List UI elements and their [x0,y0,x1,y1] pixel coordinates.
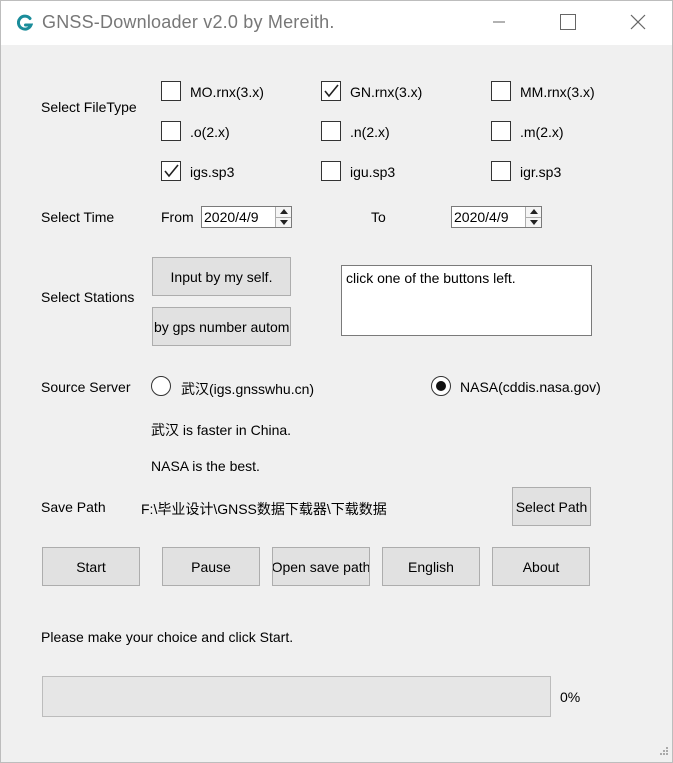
save-path-value: F:\毕业设计\GNSS数据下载器\下载数据 [141,501,387,517]
server-option-nasa-label: NASA(cddis.nasa.gov) [460,379,601,395]
pause-button[interactable]: Pause [162,547,260,586]
to-date-value: 2020/4/9 [454,209,509,225]
filetype-label: Select FileType [41,99,137,115]
status-message: Please make your choice and click Start. [41,629,294,645]
filetype-option-label: MO.rnx(3.x) [190,84,264,100]
auto-stations-button[interactable]: by gps number autom [152,307,291,346]
progress-percent-label: 0% [560,689,581,705]
from-date-value: 2020/4/9 [204,209,259,225]
time-label: Select Time [41,209,115,225]
from-date-spinner[interactable] [275,207,291,227]
about-button[interactable]: About [492,547,590,586]
resize-grip-icon[interactable] [659,743,669,759]
open-save-path-button[interactable]: Open save path [272,547,370,586]
filetype-checkbox[interactable] [161,81,181,101]
english-button[interactable]: English [382,547,480,586]
filetype-checkbox[interactable] [491,121,511,141]
filetype-checkbox[interactable] [491,81,511,101]
minimize-button[interactable] [476,1,522,45]
from-date-picker[interactable]: 2020/4/9 [201,206,292,228]
spin-up-icon[interactable] [276,207,291,218]
start-button[interactable]: Start [42,547,140,586]
server-radio-nasa[interactable] [431,376,451,396]
save-path-label: Save Path [41,499,106,515]
filetype-checkbox[interactable] [321,161,341,181]
filetype-checkbox[interactable] [161,121,181,141]
close-button[interactable] [615,1,661,45]
filetype-option-label: .n(2.x) [350,124,390,140]
filetype-checkbox[interactable] [161,161,181,181]
title-bar: GNSS-Downloader v2.0 by Mereith. [1,1,672,45]
maximize-button[interactable] [545,1,591,45]
stations-label: Select Stations [41,289,135,305]
window-title: GNSS-Downloader v2.0 by Mereith. [42,12,335,32]
server-radio-wuhan[interactable] [151,376,171,396]
to-label: To [371,209,386,225]
server-label: Source Server [41,379,131,395]
filetype-option-label: GN.rnx(3.x) [350,84,423,100]
app-window: GNSS-Downloader v2.0 by Mereith. Select … [0,0,673,763]
from-label: From [161,209,194,225]
spin-up-icon[interactable] [526,207,541,218]
download-progress-bar [42,676,551,717]
spin-down-icon[interactable] [526,217,541,227]
minimize-icon [493,15,505,31]
server-note-wuhan: 武汉 is faster in China. [151,422,292,438]
app-logo-icon [17,14,34,32]
filetype-option-label: igs.sp3 [190,164,235,180]
spin-down-icon[interactable] [276,217,291,227]
close-icon [630,14,646,33]
filetype-option-label: igu.sp3 [350,164,396,180]
to-date-spinner[interactable] [525,207,541,227]
to-date-picker[interactable]: 2020/4/9 [451,206,542,228]
select-path-button[interactable]: Select Path [512,487,591,526]
server-option-wuhan-label: 武汉(igs.gnsswhu.cn) [181,381,315,397]
filetype-checkbox[interactable] [321,121,341,141]
filetype-option-label: .m(2.x) [520,124,564,140]
maximize-icon [560,13,576,33]
filetype-option-label: MM.rnx(3.x) [520,84,595,100]
server-note-nasa: NASA is the best. [151,458,260,474]
filetype-checkbox[interactable] [321,81,341,101]
radio-selected-dot [436,381,446,391]
filetype-option-label: .o(2.x) [190,124,230,140]
filetype-option-label: igr.sp3 [520,164,562,180]
input-stations-button[interactable]: Input by my self. [152,257,291,296]
stations-info-textbox[interactable]: click one of the buttons left. [341,265,592,336]
filetype-checkbox[interactable] [491,161,511,181]
